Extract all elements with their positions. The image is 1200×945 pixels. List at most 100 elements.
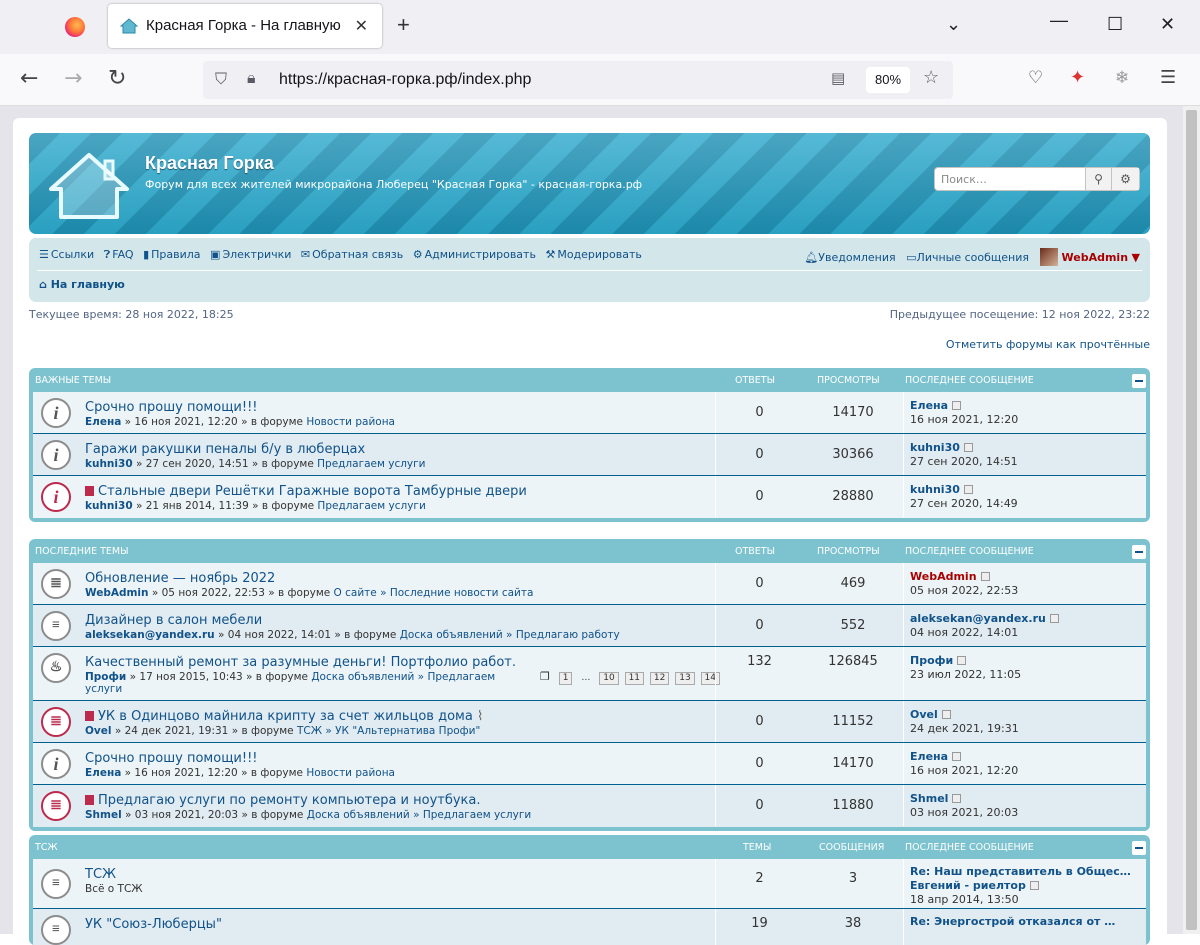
forum-title[interactable]: ТСЖ [85,867,116,882]
last-post-user[interactable]: Елена [910,399,948,412]
scrollbar[interactable] [1183,106,1200,934]
goto-post-icon[interactable] [963,485,973,494]
goto-post-icon[interactable] [963,443,973,452]
breadcrumb[interactable]: ⌂ На главную [39,278,125,291]
page-link[interactable]: 13 [675,672,695,685]
topic-forum[interactable]: Новости района [306,416,395,428]
page-link[interactable]: 12 [649,672,670,685]
topic-title[interactable]: Качественный ремонт за разумные деньги! … [85,655,516,670]
nav-rules-item[interactable]: ▮ Правила [143,248,200,261]
last-post-title[interactable]: Re: Наш представитель в Общес… [910,865,1131,878]
nav-admin-item[interactable]: ⚙ Администрировать [413,248,536,261]
notifications-link[interactable]: 🔔︎Уведомления [804,251,895,264]
topic-author[interactable]: Ovel [85,725,112,737]
topic-forum[interactable]: ТСЖ » УК "Альтернатива Профи" [297,725,480,737]
reload-icon[interactable]: ↻ [108,66,126,91]
goto-post-icon[interactable] [941,710,951,719]
advanced-search-gear-icon[interactable]: ⚙ [1111,168,1139,190]
topic-forum[interactable]: Предлагаем услуги [317,458,425,470]
last-post-user[interactable]: aleksekan@yandex.ru [910,612,1046,625]
topic-forum[interactable]: Доска объявлений » Предлагаем услуги [307,809,531,821]
topic-author[interactable]: kuhni30 [85,500,133,512]
topic-author[interactable]: Елена [85,767,121,779]
nav-faq-item[interactable]: ❓︎ FAQ [104,248,134,262]
topic-author[interactable]: Елена [85,416,121,428]
page-link[interactable]: 1 [558,672,573,685]
collapse-icon[interactable] [1132,374,1146,388]
topic-forum[interactable]: О сайте » Последние новости сайта [334,587,534,599]
mark-forums-read-link[interactable]: Отметить форумы как прочтённые [946,338,1150,351]
forward-icon[interactable]: → [64,66,82,91]
extension-snowflake-icon[interactable]: ❄ [1115,68,1129,88]
lock-icon[interactable]: 🔒︎ [247,68,256,88]
topic-author[interactable]: Shmel [85,809,122,821]
topic-title[interactable]: Срочно прошу помощи!!! [85,751,258,766]
window-close-icon[interactable]: ✕ [1160,14,1175,35]
house-logo-icon[interactable] [47,151,131,221]
back-icon[interactable]: ← [20,66,38,91]
goto-post-icon[interactable] [957,656,967,665]
topic-title[interactable]: Стальные двери Решётки Гаражные ворота Т… [98,484,527,499]
topic-author[interactable]: aleksekan@yandex.ru [85,629,215,641]
firefox-icon[interactable] [65,17,85,37]
topic-forum[interactable]: Доска объявлений » Предлагаем [311,671,495,683]
collapse-icon[interactable] [1132,545,1146,559]
search-input[interactable]: Поиск… [941,173,987,186]
menu-icon[interactable]: ☰ [1160,67,1176,88]
topic-author[interactable]: Профи [85,671,126,683]
topic-forum[interactable]: Предлагаем услуги [317,500,425,512]
pocket-icon[interactable]: ♡ [1028,68,1043,88]
browser-tab-active[interactable]: Красная Горка - На главную ✕ [108,4,382,48]
reader-view-icon[interactable]: ▤ [831,69,845,87]
bookmark-star-icon[interactable]: ☆ [923,67,939,88]
tab-list-chevron-icon[interactable]: ⌄ [946,14,961,35]
topic-forum-cont[interactable]: услуги [85,683,122,695]
site-title[interactable]: Красная Горка [145,153,274,174]
nav-links-item[interactable]: ☰ Ссылки [39,248,94,261]
topic-author[interactable]: kuhni30 [85,458,133,470]
minimize-icon[interactable]: — [1050,10,1068,31]
last-post-user[interactable]: WebAdmin [910,570,977,583]
last-post-title[interactable]: Re: Энергострой отказался от … [910,915,1115,928]
url-bar[interactable]: ⛉ 🔒︎ https://красная-горка.рф/index.php … [203,61,953,99]
zoom-level[interactable]: 80% [866,67,910,93]
goto-post-icon[interactable] [980,572,990,581]
nav-moderate-item[interactable]: ⚒ Модерировать [545,248,641,261]
goto-post-icon[interactable] [1029,881,1039,890]
topic-title[interactable]: УК в Одинцово майнила крипту за счет жил… [98,709,473,724]
topic-title[interactable]: Срочно прошу помощи!!! [85,400,258,415]
url-text[interactable]: https://красная-горка.рф/index.php [279,71,531,89]
private-messages-link[interactable]: ▭Личные сообщения [906,251,1029,264]
last-post-user[interactable]: Евгений - риелтор [910,879,1026,892]
topic-forum[interactable]: Доска объявлений » Предлагаю работу [400,629,620,641]
nav-trains-item[interactable]: ▣ Электрички [210,248,291,261]
last-post-user[interactable]: Shmel [910,792,948,805]
goto-post-icon[interactable] [1049,614,1059,623]
topic-title[interactable]: Дизайнер в салон мебели [85,613,262,628]
topic-author[interactable]: WebAdmin [85,587,149,599]
shield-icon[interactable]: ⛉ [215,69,227,89]
forum-title[interactable]: УК "Союз-Люберцы" [85,917,222,932]
page-link[interactable]: 10 [599,672,619,685]
page-link[interactable]: 11 [624,672,645,685]
last-post-user[interactable]: Елена [910,750,948,763]
maximize-icon[interactable]: ☐ [1107,14,1123,35]
extension-icon[interactable]: ✦ [1070,67,1085,88]
goto-post-icon[interactable] [952,401,962,410]
new-tab-icon[interactable]: + [397,12,410,38]
topic-title[interactable]: Предлагаю услуги по ремонту компьютера и… [98,793,481,808]
goto-post-icon[interactable] [952,752,962,761]
last-post-user[interactable]: kuhni30 [910,441,960,454]
user-menu[interactable]: WebAdmin ▼ [1039,248,1140,266]
nav-feedback-item[interactable]: ✉ Обратная связь [301,248,403,261]
topic-title[interactable]: Гаражи ракушки пеналы б/у в люберцах [85,442,365,457]
search-icon[interactable]: ⚲ [1085,168,1111,190]
topic-forum[interactable]: Новости района [306,767,395,779]
last-post-user[interactable]: Ovel [910,708,938,721]
goto-post-icon[interactable] [952,794,962,803]
collapse-icon[interactable] [1132,841,1146,855]
last-post-user[interactable]: kuhni30 [910,483,960,496]
last-post-user[interactable]: Профи [910,654,953,667]
topic-title[interactable]: Обновление — ноябрь 2022 [85,571,275,586]
tab-close-icon[interactable]: ✕ [355,16,368,36]
